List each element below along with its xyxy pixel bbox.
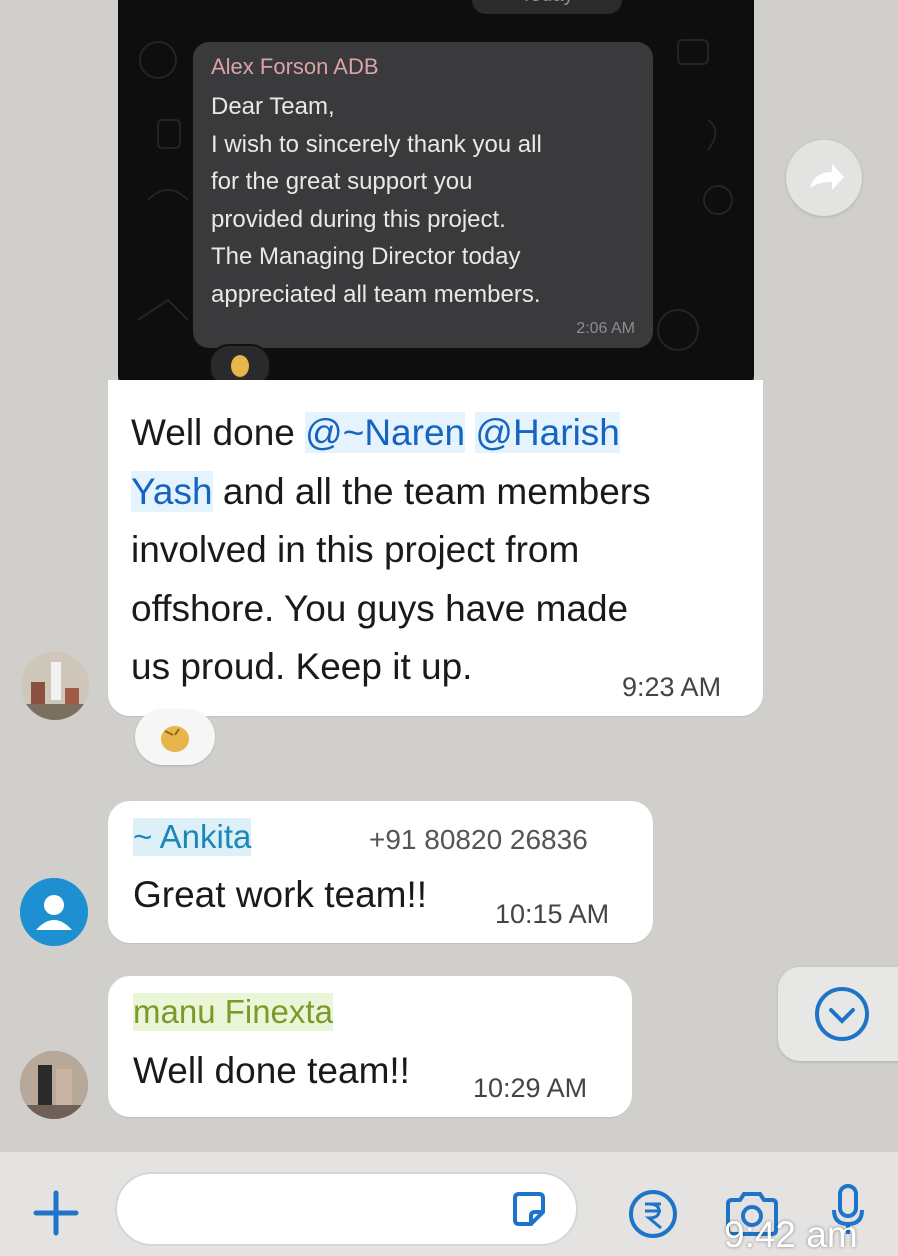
timestamp-overlay: 9:42 am	[724, 1214, 858, 1255]
plus-icon[interactable]	[32, 1189, 80, 1237]
sender-phone: +91 80820 26836	[369, 824, 588, 855]
message-time-ankita: 10:15 AM	[495, 899, 610, 929]
avatar-default[interactable]	[20, 878, 88, 946]
reaction-badge[interactable]	[135, 709, 215, 765]
forward-button[interactable]	[786, 140, 862, 216]
quoted-message-bubble: Alex Forson ADB Dear Team, I wish to sin…	[193, 42, 653, 348]
quoted-text: Dear Team, I wish to sincerely thank you…	[211, 93, 542, 308]
forwarded-screenshot-image[interactable]: Today Alex Forson ADB Dear Team, I wish …	[118, 0, 754, 390]
avatar[interactable]	[21, 652, 89, 720]
text-line: involved in this project from	[131, 529, 580, 570]
scroll-to-bottom-button[interactable]	[778, 967, 898, 1061]
chat-area[interactable]: Today Alex Forson ADB Dear Team, I wish …	[0, 0, 898, 1152]
sender-name-manu[interactable]: manu Finexta	[133, 993, 333, 1031]
rupee-icon[interactable]	[627, 1188, 679, 1240]
sender-name-ankita[interactable]: ~ Ankita	[133, 818, 252, 856]
input-bar: 9:42 am	[0, 1152, 898, 1256]
message-time-main: 9:23 AM	[622, 672, 722, 702]
avatar-photo	[20, 1051, 88, 1119]
text-segment: and all the team members	[212, 470, 651, 512]
mention-harish[interactable]: @Harish	[475, 412, 620, 453]
message-text-ankita: Great work team!!	[133, 874, 428, 915]
quoted-time: 2:06 AM	[576, 320, 635, 337]
text-segment: Well done	[131, 412, 306, 453]
message-text-main: Well done @~Naren @Harish Yash and all t…	[131, 404, 731, 697]
person-icon	[20, 878, 88, 946]
quoted-sender: Alex Forson ADB	[211, 54, 379, 79]
message-input[interactable]	[115, 1172, 578, 1246]
reaction-emoji-icon	[161, 726, 189, 752]
mention-naren[interactable]: @~Naren	[305, 412, 466, 453]
message-text-manu: Well done team!!	[133, 1050, 410, 1091]
day-separator: Today	[472, 0, 622, 14]
avatar-photo	[21, 652, 89, 720]
mention-yash[interactable]: Yash	[131, 470, 213, 512]
text-line: offshore. You guys have made	[131, 587, 629, 629]
forward-icon	[810, 164, 844, 190]
avatar[interactable]	[20, 1051, 88, 1119]
message-time-manu: 10:29 AM	[473, 1073, 588, 1103]
chevron-down-icon	[815, 987, 869, 1041]
sticker-icon[interactable]	[507, 1188, 551, 1232]
